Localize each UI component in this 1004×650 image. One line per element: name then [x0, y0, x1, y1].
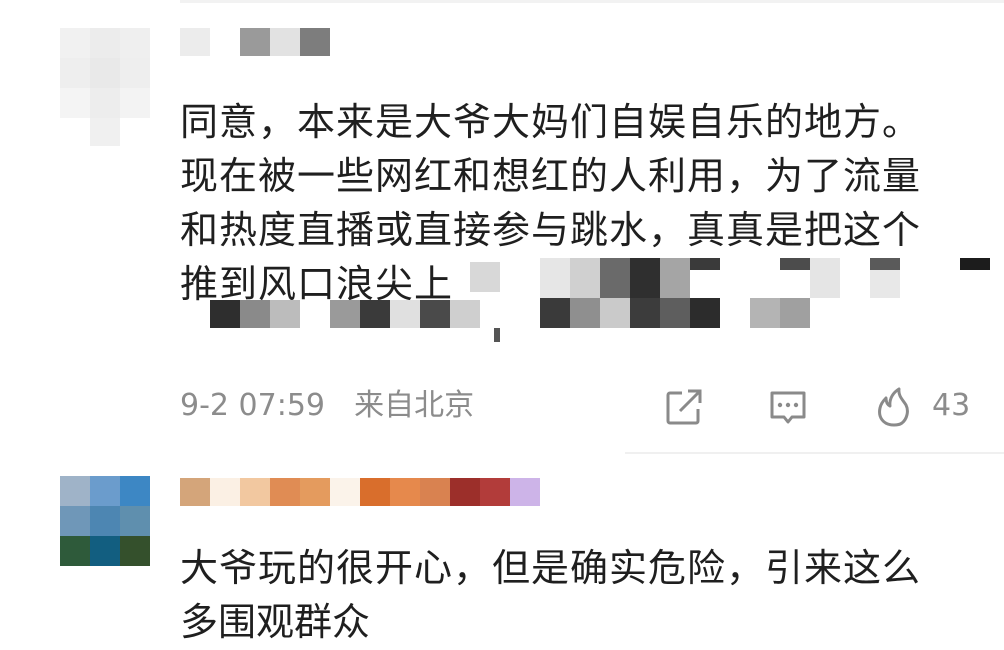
comment-divider — [625, 452, 1004, 454]
top-divider — [180, 0, 1004, 3]
comment-meta: 9-2 07:59 来自北京 — [180, 384, 474, 428]
comment-text-line: 大爷玩的很开心，但是确实危险，引来这么 — [180, 546, 922, 590]
comment-text-line: 现在被一些网红和想红的人利用，为了流量 — [180, 154, 922, 198]
timestamp: 9-2 07:59 — [180, 388, 325, 423]
comment-text-line: 多围观群众 — [180, 600, 371, 644]
flame-like-icon[interactable] — [872, 385, 916, 429]
share-icon[interactable] — [662, 385, 706, 429]
comment-text-line: 同意，本来是大爷大妈们自娱自乐的地方。 — [180, 100, 922, 144]
location: 来自北京 — [354, 388, 475, 423]
like-count: 43 — [932, 388, 971, 423]
comment-text-line: 和热度直播或直接参与跳水，真真是把这个 — [180, 208, 922, 252]
comment-icon[interactable] — [766, 385, 810, 429]
